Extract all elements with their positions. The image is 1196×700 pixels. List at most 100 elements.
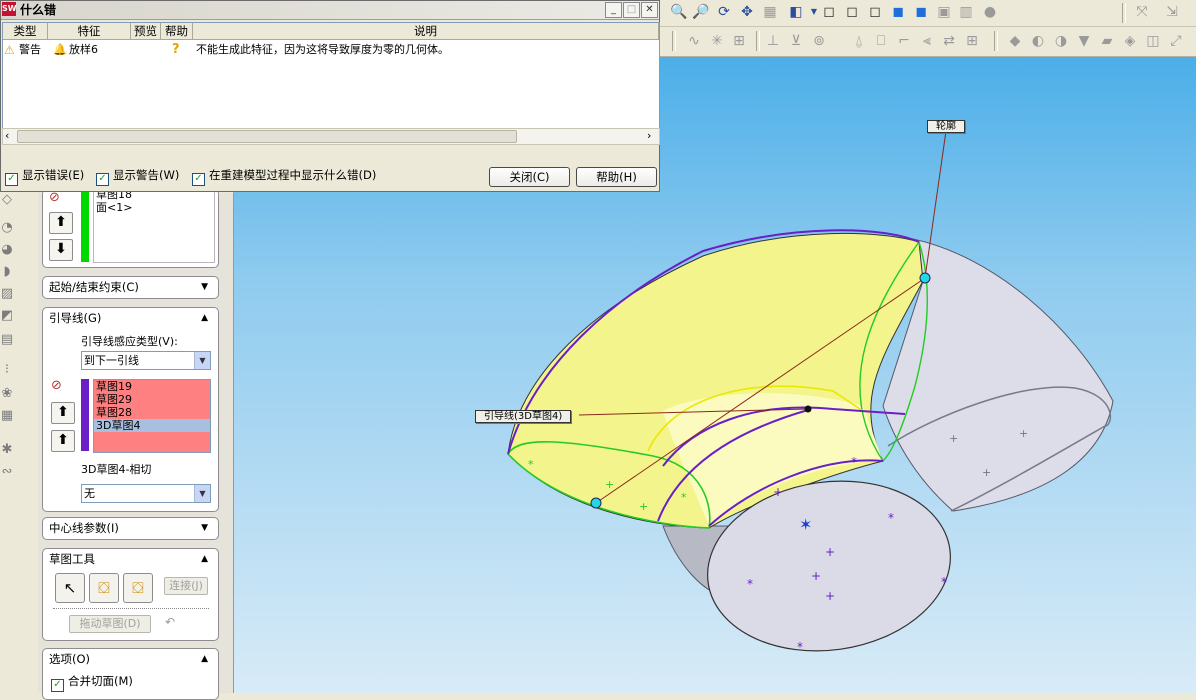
horizontal-scrollbar[interactable]: ‹ › <box>2 128 660 145</box>
drag-sketch-tool-button[interactable]: ⛋ <box>89 573 119 603</box>
move-down-button[interactable]: ⬇ <box>49 239 73 261</box>
help-button[interactable]: 帮助(H) <box>576 167 657 187</box>
column-header[interactable]: 帮助 <box>161 23 193 40</box>
chevron-down-icon[interactable]: ▼ <box>201 518 208 539</box>
help-icon[interactable]: ? <box>172 43 180 57</box>
profiles-list[interactable]: 草图18 面<1> <box>93 187 215 263</box>
loft-icon[interactable]: ▨ <box>0 287 14 301</box>
offset-icon[interactable]: ⎕ <box>872 32 890 50</box>
list-item-selected[interactable]: 3D草图4 <box>94 419 210 432</box>
realview-icon[interactable]: ● <box>981 3 999 21</box>
move-up-button[interactable]: ⬆ <box>49 212 73 234</box>
mirror-icon[interactable]: ⍙ <box>850 32 868 50</box>
scroll-left-icon[interactable]: ‹ <box>5 129 9 142</box>
list-item[interactable]: 草图19 <box>94 380 210 393</box>
feature-icon-2[interactable]: ◐ <box>1029 32 1047 50</box>
shaded-with-edges-icon[interactable]: ◼ <box>889 3 907 21</box>
helix-icon[interactable]: ∾ <box>0 465 14 479</box>
chevron-down-icon[interactable]: ▼ <box>194 352 210 369</box>
toolbar-extra2-icon[interactable]: ⇲ <box>1163 3 1181 21</box>
chevron-up-icon[interactable]: ▲ <box>201 649 208 670</box>
point-icon[interactable]: ✳ <box>708 32 726 50</box>
feature-icon-5[interactable]: ▰ <box>1098 32 1116 50</box>
guides-list[interactable]: 草图19 草图29 草图28 3D草图4 <box>93 379 211 453</box>
feature-icon-3[interactable]: ◑ <box>1052 32 1070 50</box>
feature-icon-8[interactable]: ⤢ <box>1167 32 1185 50</box>
checkmark-icon[interactable]: ✓ <box>5 173 18 186</box>
curve-icon[interactable]: ✱ <box>0 443 14 457</box>
standard-views-icon[interactable]: ◧ <box>787 3 805 21</box>
move-entities-icon[interactable]: ⇄ <box>940 32 958 50</box>
fillet-icon[interactable]: ⁝ <box>0 363 14 377</box>
line-icon[interactable]: ⊥ <box>764 32 782 50</box>
callout-profile-label[interactable]: 轮廓 <box>927 120 965 133</box>
checkmark-icon[interactable]: ✓ <box>192 173 205 186</box>
feature-icon-7[interactable]: ◫ <box>1144 32 1162 50</box>
show-warnings-checkbox[interactable]: ✓ 显示警告(W) <box>96 168 179 186</box>
toolbar-extra-icon[interactable]: ⤧ <box>1133 3 1151 21</box>
pattern-icon[interactable]: ❀ <box>0 387 14 401</box>
hidden-lines-removed-icon[interactable]: ◻ <box>866 3 884 21</box>
previous-view-icon[interactable]: ▦ <box>761 3 779 21</box>
centerline-section[interactable]: 中心线参数(I) ▼ <box>42 517 219 540</box>
hidden-lines-visible-icon[interactable]: ◻ <box>843 3 861 21</box>
chevron-up-icon[interactable]: ▲ <box>201 308 208 329</box>
minimize-icon[interactable]: _ <box>605 2 622 18</box>
close-button[interactable]: 关闭(C) <box>489 167 570 187</box>
feature-icon-6[interactable]: ◈ <box>1121 32 1139 50</box>
show-errors-checkbox[interactable]: ✓ 显示错误(E) <box>5 168 84 186</box>
dialog-titlebar[interactable]: SW 什么错 _ □ ✕ <box>1 1 659 20</box>
shaded-icon[interactable]: ◼ <box>912 3 930 21</box>
plane-icon[interactable]: ⊻ <box>787 32 805 50</box>
list-item[interactable]: 草图28 <box>94 406 210 419</box>
checkmark-icon[interactable]: ✓ <box>96 173 109 186</box>
relation-icon[interactable]: ⊚ <box>810 32 828 50</box>
column-header[interactable]: 类型 <box>3 23 48 40</box>
column-header[interactable]: 说明 <box>193 23 659 40</box>
extend-icon[interactable]: ⫷ <box>918 32 936 50</box>
merge-tangent-faces-checkbox[interactable]: ✓ 合并切面(M) <box>51 674 133 692</box>
undo-icon[interactable]: ↶ <box>165 615 175 629</box>
checkmark-icon[interactable]: ✓ <box>51 679 64 692</box>
pan-icon[interactable]: ✥ <box>738 3 756 21</box>
start-end-section[interactable]: 起始/结束约束(C) ▼ <box>42 276 219 299</box>
spline-icon[interactable]: ∿ <box>685 32 703 50</box>
chevron-up-icon[interactable]: ▲ <box>201 549 208 570</box>
column-header[interactable]: 特征 <box>48 23 131 40</box>
drag-sketch-button[interactable]: 拖动草图(D) <box>69 615 151 633</box>
callout-guide-label[interactable]: 引导线(3D草图4) <box>475 410 572 423</box>
scroll-right-icon[interactable]: › <box>647 129 651 142</box>
tangency-select[interactable]: 无 ▼ <box>81 484 211 503</box>
pattern-icon[interactable]: ⊞ <box>963 32 981 50</box>
feature-icon-4[interactable]: ▼ <box>1075 32 1093 50</box>
rib-icon[interactable]: ▦ <box>0 409 14 423</box>
section-view-icon[interactable]: ▥ <box>957 3 975 21</box>
feature-tree-icon[interactable]: ◇ <box>0 193 14 207</box>
feature-icon-1[interactable]: ◆ <box>1006 32 1024 50</box>
move-up-button[interactable]: ⬆ <box>51 402 75 424</box>
scroll-thumb[interactable] <box>17 130 517 143</box>
extrude-icon[interactable]: ◔ <box>0 221 14 235</box>
column-header[interactable]: 预览 <box>131 23 161 40</box>
move-down-button[interactable]: ⬆ <box>51 430 75 452</box>
wireframe-icon[interactable]: ◻ <box>820 3 838 21</box>
influence-select[interactable]: 到下一引线 ▼ <box>81 351 211 370</box>
boundary-icon[interactable]: ◩ <box>0 309 14 323</box>
cut-icon[interactable]: ▤ <box>0 333 14 347</box>
revolve-icon[interactable]: ◕ <box>0 243 14 257</box>
list-item[interactable]: 面<1> <box>94 201 214 214</box>
show-on-rebuild-checkbox[interactable]: ✓ 在重建模型过程中显示什么错(D) <box>192 168 376 186</box>
maximize-icon[interactable]: □ <box>623 2 640 18</box>
zoom-to-area-icon[interactable]: 🔎 <box>692 3 710 21</box>
close-icon[interactable]: ✕ <box>641 2 658 18</box>
connect-button[interactable]: 连接(J) <box>164 577 208 595</box>
sweep-icon[interactable]: ◗ <box>0 265 14 279</box>
select-tool-button[interactable]: ↖ <box>55 573 85 603</box>
dimension-icon[interactable]: ⊞ <box>730 32 748 50</box>
zoom-to-fit-icon[interactable]: 🔍 <box>670 3 688 21</box>
list-item[interactable]: 草图29 <box>94 393 210 406</box>
rotate-view-icon[interactable]: ⟳ <box>715 3 733 21</box>
shadows-icon[interactable]: ▣ <box>935 3 953 21</box>
trim-icon[interactable]: ⌐ <box>895 32 913 50</box>
connect-tool-button[interactable]: ⛋ <box>123 573 153 603</box>
